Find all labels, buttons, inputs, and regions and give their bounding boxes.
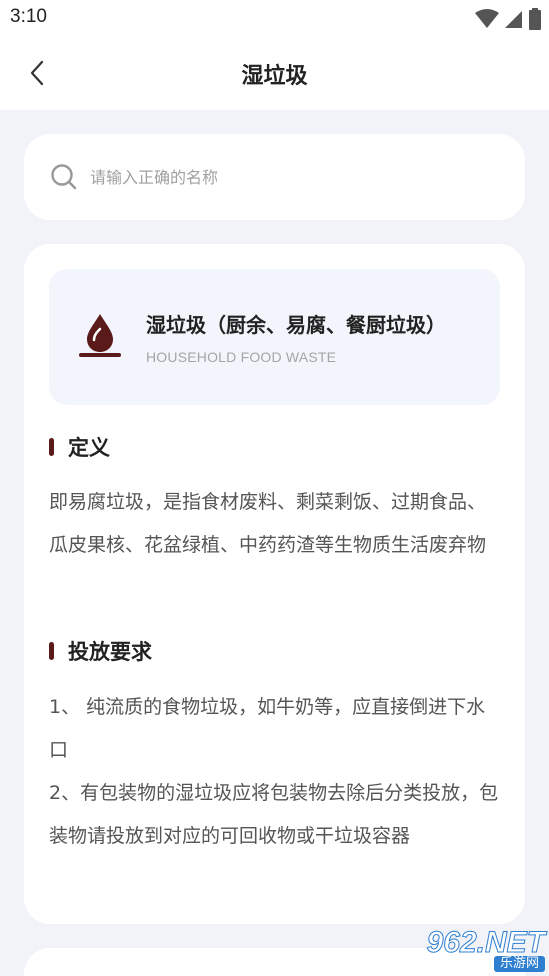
wifi-icon <box>475 9 499 28</box>
section-marker <box>49 642 54 660</box>
section-marker <box>49 438 54 456</box>
category-title: 湿垃圾（厨余、易腐、餐厨垃圾） <box>146 313 446 337</box>
category-header: 湿垃圾（厨余、易腐、餐厨垃圾） HOUSEHOLD FOOD WASTE <box>49 269 500 405</box>
category-subtitle: HOUSEHOLD FOOD WASTE <box>146 349 337 365</box>
app-bar: 湿垃圾 <box>0 36 549 110</box>
watermark-brand: 962.NET <box>426 926 545 959</box>
definition-heading: 定义 <box>49 432 110 462</box>
disposal-item-1: 1、 纯流质的食物垃圾，如牛奶等，应直接倒进下水口 <box>49 696 486 761</box>
page-title: 湿垃圾 <box>241 64 308 89</box>
disposal-title: 投放要求 <box>68 640 152 664</box>
site-watermark: 962.NET 乐游网 <box>410 926 546 972</box>
category-info-card: 湿垃圾（厨余、易腐、餐厨垃圾） HOUSEHOLD FOOD WASTE 定义 … <box>24 244 525 924</box>
search-input[interactable] <box>90 158 490 196</box>
search-icon <box>51 164 77 190</box>
disposal-heading: 投放要求 <box>49 636 152 666</box>
disposal-item-2: 2、有包装物的湿垃圾应将包装物去除后分类投放，包装物请投放到对应的可回收物或干垃… <box>49 782 499 847</box>
signal-icon <box>505 11 522 28</box>
battery-icon <box>529 8 541 30</box>
watermark-sub: 乐游网 <box>493 956 545 972</box>
search-bar[interactable] <box>24 134 525 220</box>
definition-title: 定义 <box>68 436 110 460</box>
water-drop-icon <box>79 314 121 357</box>
status-time: 3:10 <box>10 6 47 27</box>
definition-text: 即易腐垃圾，是指食材废料、剩菜剩饭、过期食品、瓜皮果核、花盆绿植、中药药渣等生物… <box>49 491 487 556</box>
status-bar: 3:10 <box>0 0 549 36</box>
status-icons <box>475 8 541 30</box>
